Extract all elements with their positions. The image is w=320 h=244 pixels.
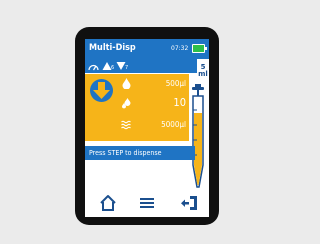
speed-params-row[interactable]: 6 7 (85, 59, 197, 73)
menu-button[interactable] (137, 193, 157, 213)
home-icon (100, 195, 116, 211)
menu-icon (140, 198, 154, 208)
dispense-mode-badge (90, 79, 113, 102)
app-title: Multi-Disp (89, 43, 136, 53)
volume-label: 5 ml (197, 59, 209, 81)
speed-gauge-icon (88, 64, 99, 71)
total-volume-value: 5000µl (161, 120, 186, 129)
dispense-count-value: 10 (173, 96, 186, 109)
home-button[interactable] (98, 193, 118, 213)
pipette-tip-graphic (192, 84, 204, 188)
bottom-nav (85, 189, 209, 217)
dispense-down-arrow-icon (93, 82, 110, 99)
clock: 07:32 (171, 45, 189, 52)
settings-panel[interactable]: 500µl 10 5000µl (85, 74, 189, 141)
aspirate-speed-value: 6 (111, 65, 115, 71)
eject-tip-button[interactable] (180, 193, 200, 213)
waves-icon (121, 120, 131, 130)
battery-icon (192, 44, 207, 53)
device-screen: Multi-Disp 07:32 6 7 5 ml 500µl 10 5000µ… (85, 39, 209, 217)
dose-volume-value: 500µl (165, 79, 186, 88)
volume-unit: ml (198, 70, 208, 78)
eject-tip-icon (181, 196, 197, 210)
dispense-speed-value: 7 (125, 65, 129, 71)
canvas: Multi-Disp 07:32 6 7 5 ml 500µl 10 5000µ… (0, 0, 297, 244)
status-bar: Multi-Disp 07:32 (85, 39, 209, 59)
instruction-prompt: Press STEP to dispense (85, 146, 195, 160)
drop-icon (122, 78, 131, 89)
multiple-drops-icon (122, 98, 131, 109)
